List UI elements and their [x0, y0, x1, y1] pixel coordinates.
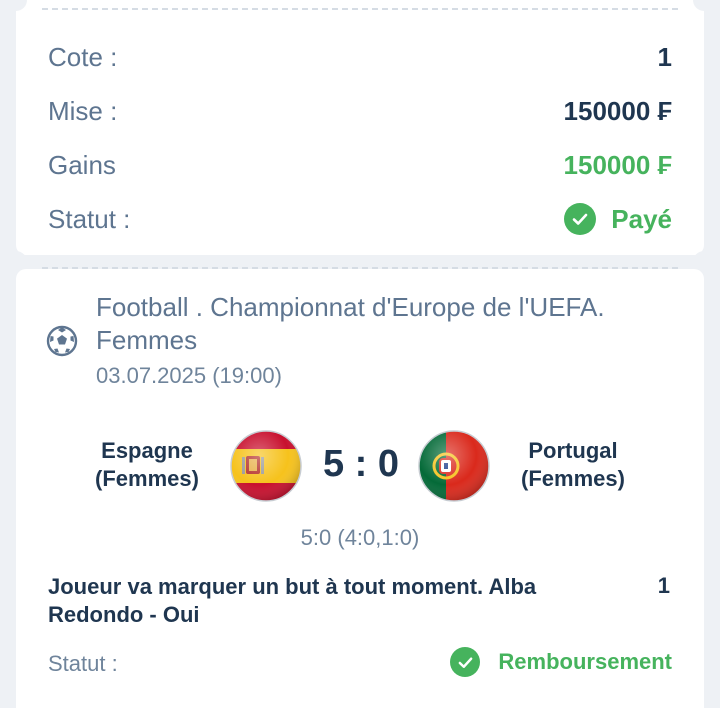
bet-summary-card: Cote : 1 Mise : 150000 ₣ Gains 150000 ₣ …	[16, 0, 704, 255]
portugal-flag-icon	[416, 428, 492, 509]
event-status-label: Statut :	[48, 651, 118, 676]
odds-value: 1	[657, 41, 672, 72]
match-date: 03.07.2025 (19:00)	[96, 363, 282, 388]
odds-row: Cote : 1	[48, 37, 672, 77]
away-team-name: Portugal (Femmes)	[521, 438, 625, 491]
stake-value: 150000 ₣	[563, 95, 672, 126]
match-score: 5 : 0	[322, 443, 400, 485]
bet-market-odd: 1	[657, 573, 670, 598]
status-label: Statut :	[48, 203, 131, 234]
stake-row: Mise : 150000 ₣	[48, 91, 672, 131]
winnings-row: Gains 150000 ₣	[48, 145, 672, 185]
dashed-divider	[42, 8, 678, 10]
home-team-name: Espagne (Femmes)	[95, 438, 199, 491]
winnings-value: 150000 ₣	[563, 149, 672, 180]
check-circle-icon	[450, 647, 481, 677]
odds-label: Cote :	[48, 41, 118, 72]
dashed-divider	[42, 267, 678, 269]
half-time-score: 5:0 (4:0,1:0)	[300, 525, 420, 550]
check-circle-icon	[564, 203, 597, 235]
status-value: Payé	[611, 203, 672, 234]
bet-market: Joueur va marquer un but à tout moment. …	[48, 574, 537, 627]
event-status-value-wrap: Remboursement	[450, 647, 672, 677]
stake-label: Mise :	[48, 95, 118, 126]
event-card: Football . Championnat d'Europe de l'UEF…	[16, 267, 704, 708]
league-title: Football . Championnat d'Europe de l'UEF…	[96, 292, 605, 355]
event-status-value: Remboursement	[498, 649, 672, 674]
status-value-wrap: Payé	[564, 203, 672, 235]
winnings-label: Gains	[48, 149, 116, 180]
football-icon	[46, 325, 78, 362]
spain-flag-icon	[228, 428, 304, 509]
status-row: Statut : Payé	[48, 199, 672, 239]
